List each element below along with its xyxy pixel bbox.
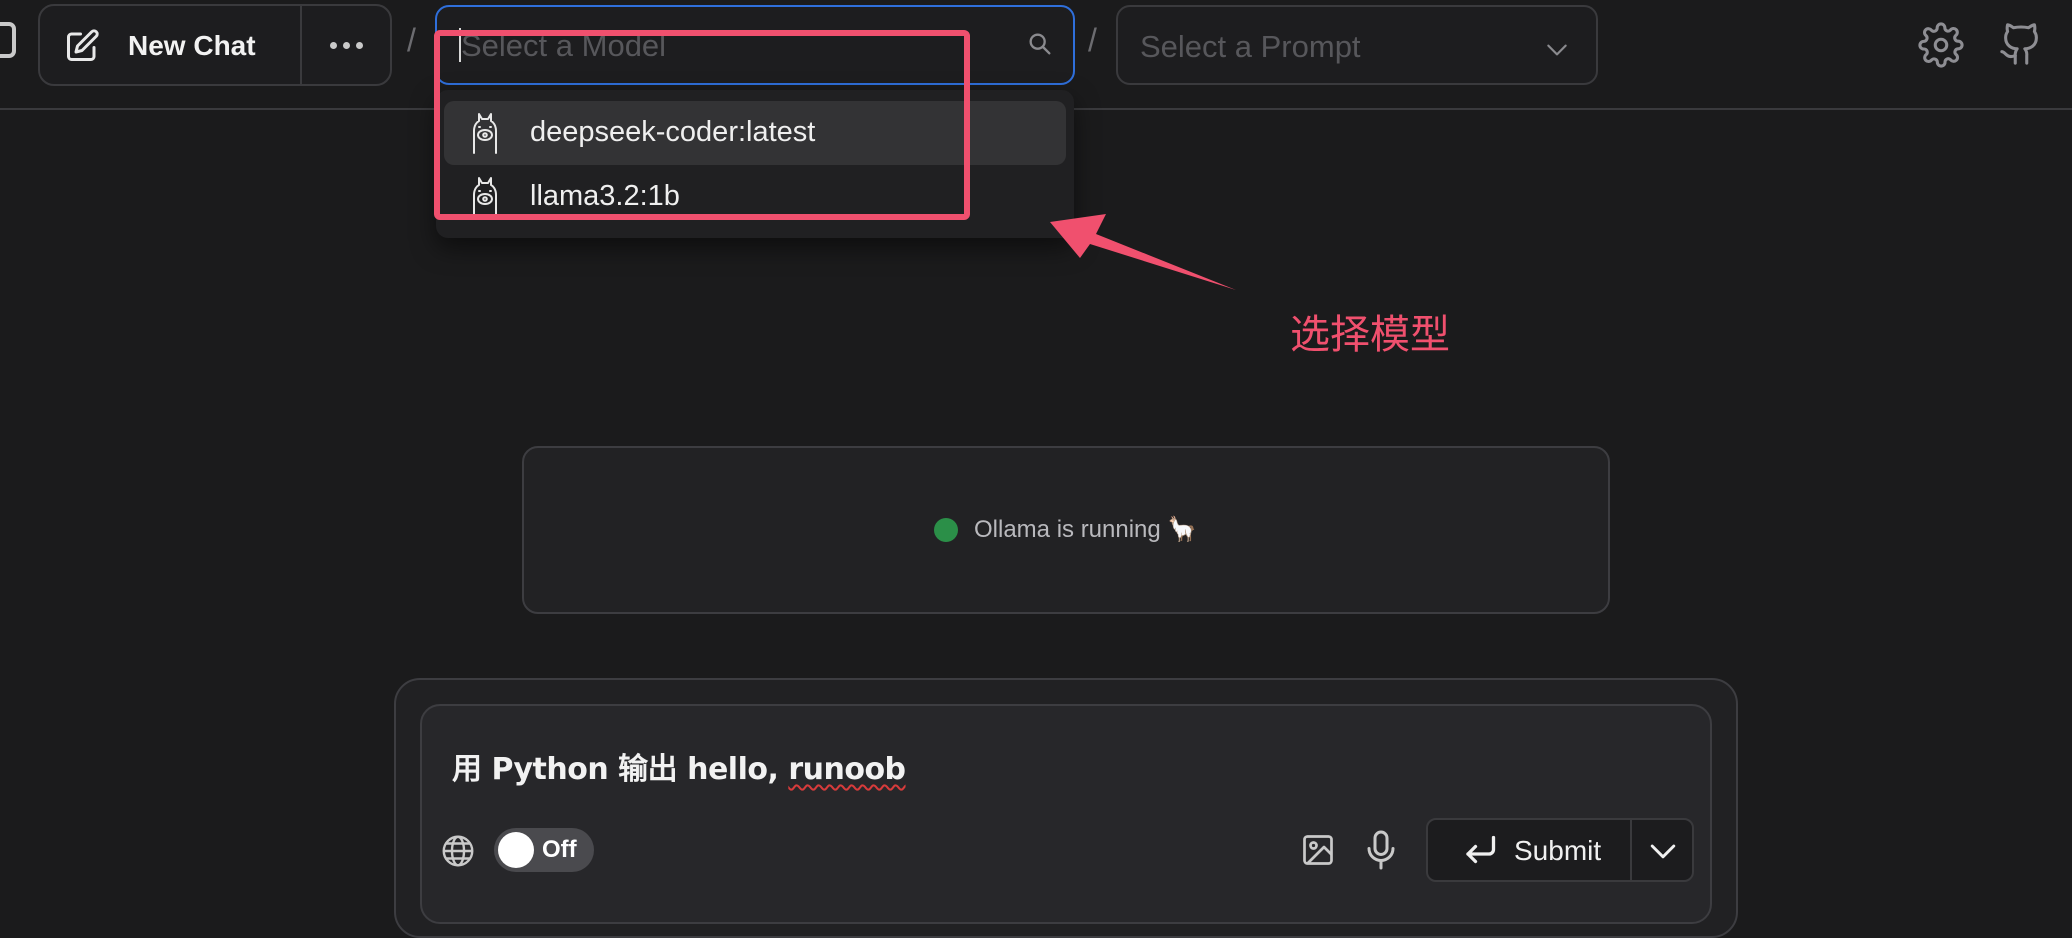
new-chat-label: New Chat	[128, 30, 256, 61]
breadcrumb-separator: /	[407, 22, 416, 58]
search-icon	[1029, 33, 1051, 55]
message-text: 用 Python 输出 hello,	[452, 752, 789, 787]
status-text: Ollama is running 🦙	[974, 516, 1198, 543]
status-indicator-dot	[934, 518, 958, 542]
chevron-down-icon	[1650, 844, 1676, 859]
settings-gear-icon[interactable]	[1918, 22, 1964, 68]
globe-icon[interactable]	[440, 833, 476, 869]
microphone-icon[interactable]	[1366, 829, 1396, 871]
toggle-label: Off	[542, 836, 577, 863]
submit-options-dropdown[interactable]	[1630, 818, 1694, 882]
image-upload-icon[interactable]	[1300, 832, 1336, 868]
more-dots-icon	[329, 41, 337, 49]
annotation-highlight-box	[434, 30, 970, 220]
web-search-toggle[interactable]: Off	[494, 828, 594, 872]
edit-icon	[67, 29, 99, 61]
more-dot	[342, 41, 350, 49]
message-input-text[interactable]: 用 Python 输出 hello, runoob	[452, 744, 906, 788]
prompt-select[interactable]: Select a Prompt	[1116, 5, 1598, 85]
breadcrumb-separator: /	[1088, 22, 1097, 58]
more-dot	[355, 41, 363, 49]
submit-label: Submit	[1514, 835, 1602, 866]
sidebar-toggle-button[interactable]	[0, 22, 16, 58]
chevron-down-icon	[1547, 44, 1567, 56]
github-icon[interactable]	[1998, 20, 2044, 68]
prompt-select-placeholder: Select a Prompt	[1140, 29, 1361, 64]
submit-button[interactable]: Submit	[1426, 818, 1632, 882]
annotation-label: 选择模型	[1290, 312, 1450, 358]
misspelled-word: runoob	[788, 752, 906, 787]
more-options-button[interactable]	[302, 6, 390, 84]
toggle-knob	[498, 832, 534, 868]
annotation-arrow-icon	[1050, 214, 1236, 290]
new-chat-button[interactable]: New Chat	[40, 6, 300, 84]
message-input-box[interactable]	[420, 704, 1712, 924]
enter-return-icon	[1466, 835, 1496, 864]
